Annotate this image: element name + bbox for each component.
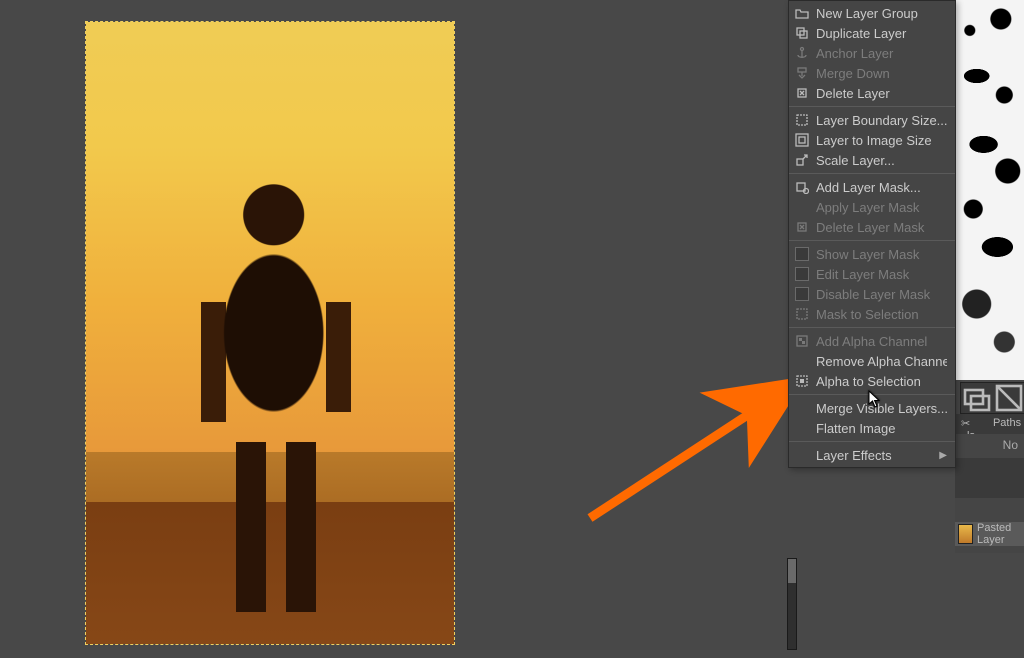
mask-add-icon bbox=[795, 180, 809, 194]
menu-separator bbox=[789, 441, 955, 442]
blank-icon bbox=[795, 401, 809, 415]
layer-name: Pasted Layer bbox=[977, 522, 1024, 546]
blank-icon bbox=[795, 448, 809, 462]
menu-show-layer-mask: Show Layer Mask bbox=[789, 244, 955, 264]
fit-icon bbox=[795, 133, 809, 147]
boundary-icon bbox=[795, 113, 809, 127]
menu-layer-boundary-size[interactable]: Layer Boundary Size... bbox=[789, 110, 955, 130]
tab-paths[interactable]: Paths bbox=[987, 414, 1024, 434]
layers-tab-icon[interactable] bbox=[961, 383, 993, 413]
checkbox-icon bbox=[795, 287, 809, 301]
menu-label: Alpha to Selection bbox=[816, 374, 947, 389]
menu-separator bbox=[789, 173, 955, 174]
menu-mask-to-selection: Mask to Selection bbox=[789, 304, 955, 324]
menu-duplicate-layer[interactable]: Duplicate Layer bbox=[789, 23, 955, 43]
menu-label: New Layer Group bbox=[816, 6, 947, 21]
menu-label: Mask to Selection bbox=[816, 307, 947, 322]
menu-merge-down: Merge Down bbox=[789, 63, 955, 83]
menu-label: Delete Layer bbox=[816, 86, 947, 101]
menu-label: Anchor Layer bbox=[816, 46, 947, 61]
blank-icon bbox=[795, 354, 809, 368]
menu-label: Layer to Image Size bbox=[816, 133, 947, 148]
layer-thumbnail bbox=[958, 524, 973, 544]
menu-remove-alpha-channel[interactable]: Remove Alpha Channel bbox=[789, 351, 955, 371]
blank-icon bbox=[795, 200, 809, 214]
panel-tab-icons[interactable] bbox=[960, 382, 1024, 414]
menu-layer-to-image-size[interactable]: Layer to Image Size bbox=[789, 130, 955, 150]
menu-label: Duplicate Layer bbox=[816, 26, 947, 41]
menu-label: Layer Boundary Size... bbox=[816, 113, 947, 128]
menu-separator bbox=[789, 106, 955, 107]
anchor-icon bbox=[795, 46, 809, 60]
layer-row-pasted[interactable]: Pasted Layer bbox=[955, 522, 1024, 546]
menu-edit-layer-mask: Edit Layer Mask bbox=[789, 264, 955, 284]
menu-add-layer-mask[interactable]: Add Layer Mask... bbox=[789, 177, 955, 197]
submenu-arrow-icon: ▶ bbox=[939, 450, 947, 461]
duplicate-icon bbox=[795, 26, 809, 40]
scrollbar-handle[interactable] bbox=[788, 559, 796, 583]
menu-disable-layer-mask: Disable Layer Mask bbox=[789, 284, 955, 304]
vertical-scrollbar[interactable] bbox=[787, 558, 797, 650]
blend-mode-row[interactable]: No bbox=[955, 434, 1024, 458]
menu-scale-layer[interactable]: Scale Layer... bbox=[789, 150, 955, 170]
folder-icon bbox=[795, 6, 809, 20]
merge-down-icon bbox=[795, 66, 809, 80]
menu-label: Edit Layer Mask bbox=[816, 267, 947, 282]
menu-label: Show Layer Mask bbox=[816, 247, 947, 262]
delete-icon bbox=[795, 86, 809, 100]
menu-delete-layer-mask: Delete Layer Mask bbox=[789, 217, 955, 237]
annotation-arrow bbox=[580, 368, 810, 528]
menu-label: Layer Effects bbox=[816, 448, 932, 463]
alpha-select-icon bbox=[795, 374, 809, 388]
menu-separator bbox=[789, 327, 955, 328]
channels-tab-icon[interactable] bbox=[993, 383, 1024, 413]
menu-label: Add Layer Mask... bbox=[816, 180, 947, 195]
menu-separator bbox=[789, 240, 955, 241]
mouse-cursor bbox=[868, 390, 882, 408]
menu-label: Apply Layer Mask bbox=[816, 200, 947, 215]
menu-label: Delete Layer Mask bbox=[816, 220, 947, 235]
menu-new-layer-group[interactable]: New Layer Group bbox=[789, 3, 955, 23]
menu-alpha-to-selection[interactable]: Alpha to Selection bbox=[789, 371, 955, 391]
selection-icon bbox=[795, 307, 809, 321]
scale-icon bbox=[795, 153, 809, 167]
mask-delete-icon bbox=[795, 220, 809, 234]
blank-icon bbox=[795, 421, 809, 435]
menu-label: Merge Down bbox=[816, 66, 947, 81]
menu-label: Scale Layer... bbox=[816, 153, 947, 168]
menu-add-alpha-channel: Add Alpha Channel bbox=[789, 331, 955, 351]
menu-label: Remove Alpha Channel bbox=[816, 354, 947, 369]
menu-apply-layer-mask: Apply Layer Mask bbox=[789, 197, 955, 217]
menu-anchor-layer: Anchor Layer bbox=[789, 43, 955, 63]
checkbox-icon bbox=[795, 247, 809, 261]
menu-label: Add Alpha Channel bbox=[816, 334, 947, 349]
menu-layer-effects[interactable]: Layer Effects ▶ bbox=[789, 445, 955, 465]
menu-label: Disable Layer Mask bbox=[816, 287, 947, 302]
checkbox-icon bbox=[795, 267, 809, 281]
tab-ls[interactable]: ✂ ls bbox=[955, 414, 987, 434]
opacity-row[interactable] bbox=[955, 458, 1024, 498]
alpha-add-icon bbox=[795, 334, 809, 348]
brushes-panel bbox=[955, 0, 1024, 380]
menu-label: Flatten Image bbox=[816, 421, 947, 436]
menu-flatten-image[interactable]: Flatten Image bbox=[789, 418, 955, 438]
panel-tabs[interactable]: ✂ ls Paths bbox=[955, 414, 1024, 434]
canvas-image[interactable] bbox=[86, 22, 454, 644]
menu-delete-layer[interactable]: Delete Layer bbox=[789, 83, 955, 103]
